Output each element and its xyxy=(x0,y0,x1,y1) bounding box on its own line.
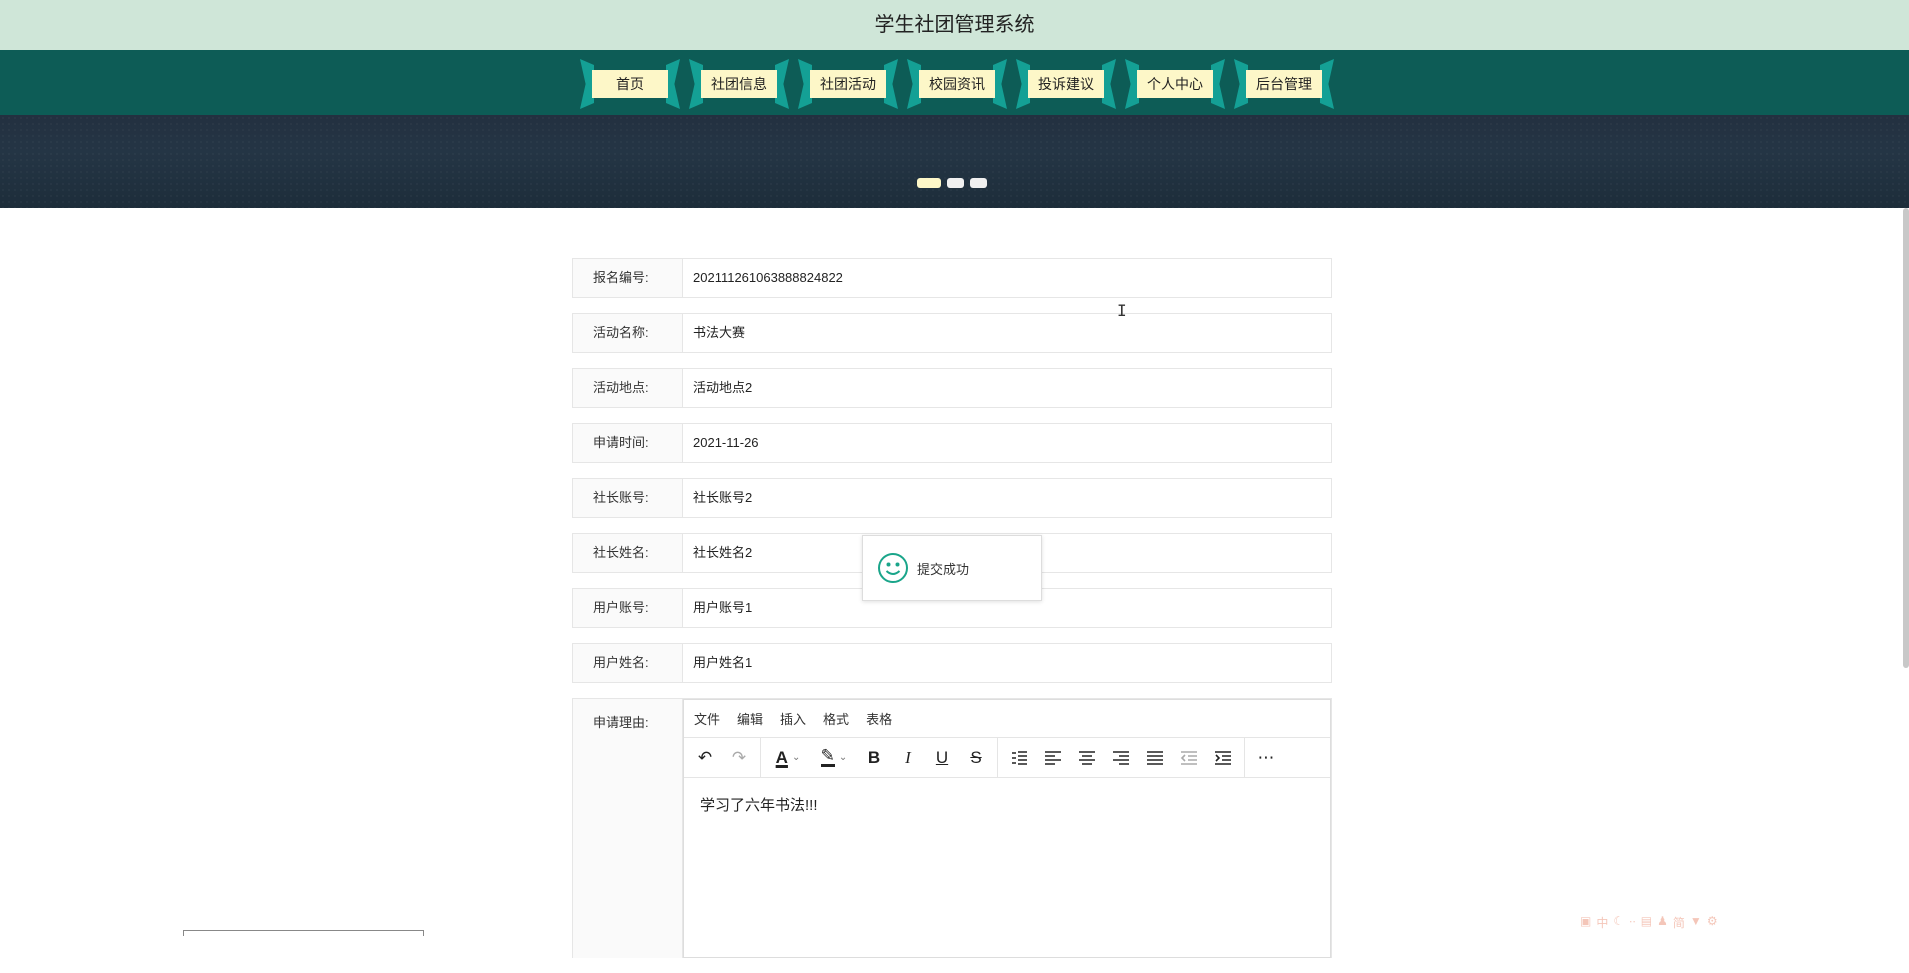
carousel-dot-3[interactable] xyxy=(970,178,987,188)
bold-icon[interactable]: B xyxy=(857,742,891,774)
nav-item-campus-news[interactable]: 校园资讯 xyxy=(907,59,1007,109)
user-name-field[interactable]: 用户姓名1 xyxy=(683,644,1331,682)
form-row-activity-name: 活动名称: 书法大赛 xyxy=(572,313,1332,353)
menu-insert[interactable]: 插入 xyxy=(780,709,806,728)
highlight-icon[interactable]: ✎ ⌄ xyxy=(811,742,857,774)
ime-keyboard-icon[interactable]: ▤ xyxy=(1641,914,1652,931)
nav-label[interactable]: 投诉建议 xyxy=(1028,70,1104,98)
align-center-icon[interactable] xyxy=(1070,742,1104,774)
ribbon-right-decoration xyxy=(775,59,789,109)
nav-label[interactable]: 个人中心 xyxy=(1137,70,1213,98)
ribbon-right-decoration xyxy=(884,59,898,109)
carousel-dot-2[interactable] xyxy=(947,178,964,188)
toolbar-group-alignment xyxy=(998,738,1245,777)
president-account-field[interactable]: 社长账号2 xyxy=(683,479,1331,517)
ime-logo-icon[interactable]: ▣ xyxy=(1580,914,1591,931)
editor-toolbar: ↶ ↷ A ⌄ ✎ ⌄ B I U S ⋯ xyxy=(684,738,1330,778)
nav-item-feedback[interactable]: 投诉建议 xyxy=(1016,59,1116,109)
chevron-down-icon: ⌄ xyxy=(838,752,848,763)
activity-location-field[interactable]: 活动地点2 xyxy=(683,369,1331,407)
ribbon-right-decoration xyxy=(666,59,680,109)
carousel-indicators xyxy=(917,178,987,188)
nav-item-home[interactable]: 首页 xyxy=(580,59,680,109)
main-nav: 首页 社团信息 社团活动 校园资讯 投诉建议 个人中心 后台管理 xyxy=(0,50,1909,115)
ime-user-icon[interactable]: ♟ xyxy=(1657,914,1668,931)
outdent-icon[interactable] xyxy=(1172,742,1206,774)
indent-icon[interactable] xyxy=(1206,742,1240,774)
nav-label[interactable]: 首页 xyxy=(592,70,668,98)
field-label: 用户姓名: xyxy=(573,644,683,682)
nav-item-club-info[interactable]: 社团信息 xyxy=(689,59,789,109)
apply-time-field[interactable]: 2021-11-26 xyxy=(683,424,1331,462)
line-height-icon[interactable] xyxy=(1002,742,1036,774)
ribbon-right-decoration xyxy=(993,59,1007,109)
form-row-apply-reason: 申请理由: 文件 编辑 插入 格式 表格 ↶ ↷ A ⌄ ✎ ⌄ B I U S… xyxy=(572,698,1332,958)
field-label: 申请时间: xyxy=(573,424,683,462)
ribbon-right-decoration xyxy=(1320,59,1334,109)
ime-toolbar: ▣ 中 ☾ ∙∙ ▤ ♟ 简 ▼ ⚙ xyxy=(1580,914,1718,931)
signup-number-field[interactable]: 202111261063888824822 xyxy=(683,259,1331,297)
editor-content[interactable]: 学习了六年书法!!! xyxy=(684,778,1330,831)
ime-chinese-mode-icon[interactable]: 中 xyxy=(1596,914,1608,931)
nav-item-admin[interactable]: 后台管理 xyxy=(1234,59,1334,109)
ime-skin-icon[interactable]: ▼ xyxy=(1690,914,1702,931)
signup-detail-form: 报名编号: 202111261063888824822 活动名称: 书法大赛 活动地… xyxy=(572,258,1332,973)
ime-settings-icon[interactable]: ⚙ xyxy=(1707,914,1718,931)
toast-message: 提交成功 xyxy=(917,561,970,577)
ribbon-right-decoration xyxy=(1211,59,1225,109)
toolbar-group-more: ⋯ xyxy=(1245,738,1287,777)
align-right-icon[interactable] xyxy=(1104,742,1138,774)
menu-table[interactable]: 表格 xyxy=(866,709,892,728)
italic-icon[interactable]: I xyxy=(891,742,925,774)
chevron-down-icon: ⌄ xyxy=(791,752,801,763)
more-icon[interactable]: ⋯ xyxy=(1249,742,1283,774)
ime-halfwidth-icon[interactable]: ☾ xyxy=(1613,914,1624,931)
field-label: 报名编号: xyxy=(573,259,683,297)
menu-file[interactable]: 文件 xyxy=(694,709,720,728)
form-row-user-name: 用户姓名: 用户姓名1 xyxy=(572,643,1332,683)
success-toast: 提交成功 xyxy=(862,535,1042,601)
field-label: 社长账号: xyxy=(573,479,683,517)
menu-edit[interactable]: 编辑 xyxy=(737,709,763,728)
ime-simplified-icon[interactable]: 简 xyxy=(1673,914,1685,931)
form-row-activity-location: 活动地点: 活动地点2 xyxy=(572,368,1332,408)
underline-icon[interactable]: U xyxy=(925,742,959,774)
field-label: 社长姓名: xyxy=(573,534,683,572)
nav-item-profile[interactable]: 个人中心 xyxy=(1125,59,1225,109)
field-label: 用户账号: xyxy=(573,589,683,627)
ime-punctuation-icon[interactable]: ∙∙ xyxy=(1629,914,1636,931)
ribbon-right-decoration xyxy=(1102,59,1116,109)
field-label: 申请理由: xyxy=(573,699,683,958)
align-left-icon[interactable] xyxy=(1036,742,1070,774)
nav-label[interactable]: 社团信息 xyxy=(701,70,777,98)
text-cursor-icon: I xyxy=(1117,301,1127,320)
editor-menubar: 文件 编辑 插入 格式 表格 xyxy=(684,700,1330,738)
form-row-apply-time: 申请时间: 2021-11-26 xyxy=(572,423,1332,463)
nav-label[interactable]: 校园资讯 xyxy=(919,70,995,98)
page-scrollbar[interactable] xyxy=(1903,208,1909,668)
field-label: 活动地点: xyxy=(573,369,683,407)
rich-text-editor: 文件 编辑 插入 格式 表格 ↶ ↷ A ⌄ ✎ ⌄ B I U S ⋯ 学习了… xyxy=(683,699,1331,958)
hero-banner xyxy=(0,115,1909,208)
smiley-icon xyxy=(878,553,908,583)
field-label: 活动名称: xyxy=(573,314,683,352)
justify-icon[interactable] xyxy=(1138,742,1172,774)
partial-popup-box xyxy=(183,930,424,936)
nav-label[interactable]: 后台管理 xyxy=(1246,70,1322,98)
form-row-signup-number: 报名编号: 202111261063888824822 xyxy=(572,258,1332,298)
site-title: 学生社团管理系统 xyxy=(0,0,1909,50)
text-color-icon[interactable]: A ⌄ xyxy=(765,742,811,774)
nav-label[interactable]: 社团活动 xyxy=(810,70,886,98)
toolbar-group-history: ↶ ↷ xyxy=(684,738,761,777)
strikethrough-icon[interactable]: S xyxy=(959,742,993,774)
activity-name-field[interactable]: 书法大赛 xyxy=(683,314,1331,352)
nav-item-club-activities[interactable]: 社团活动 xyxy=(798,59,898,109)
banner-texture xyxy=(0,115,1909,208)
redo-icon[interactable]: ↷ xyxy=(722,742,756,774)
toolbar-group-color: A ⌄ ✎ ⌄ B I U S xyxy=(761,738,998,777)
form-row-president-account: 社长账号: 社长账号2 xyxy=(572,478,1332,518)
carousel-dot-1[interactable] xyxy=(917,178,941,188)
undo-icon[interactable]: ↶ xyxy=(688,742,722,774)
menu-format[interactable]: 格式 xyxy=(823,709,849,728)
